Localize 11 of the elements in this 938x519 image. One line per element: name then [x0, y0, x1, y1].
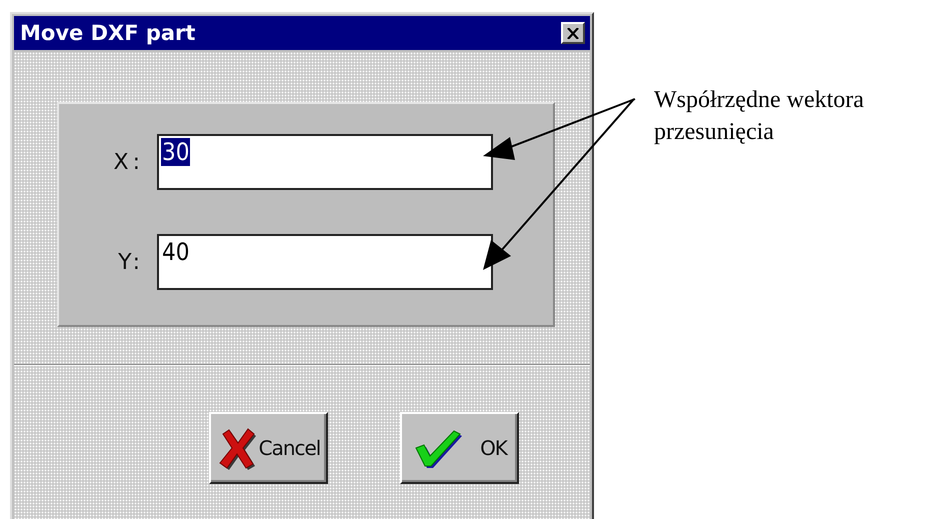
- close-icon: [567, 28, 579, 38]
- field-label: Y:: [117, 250, 145, 274]
- cross-icon: [216, 426, 257, 470]
- ok-button[interactable]: OK: [400, 412, 519, 484]
- field-label: X:: [112, 150, 145, 174]
- annotation-text: Współrzędne wektora przesunięcia: [654, 86, 864, 147]
- input-field[interactable]: 30: [157, 134, 493, 190]
- close-button[interactable]: [561, 22, 585, 44]
- window-title: Move DXF part: [20, 21, 196, 45]
- input-field[interactable]: 40: [157, 234, 493, 290]
- cancel-button[interactable]: Cancel: [209, 412, 328, 484]
